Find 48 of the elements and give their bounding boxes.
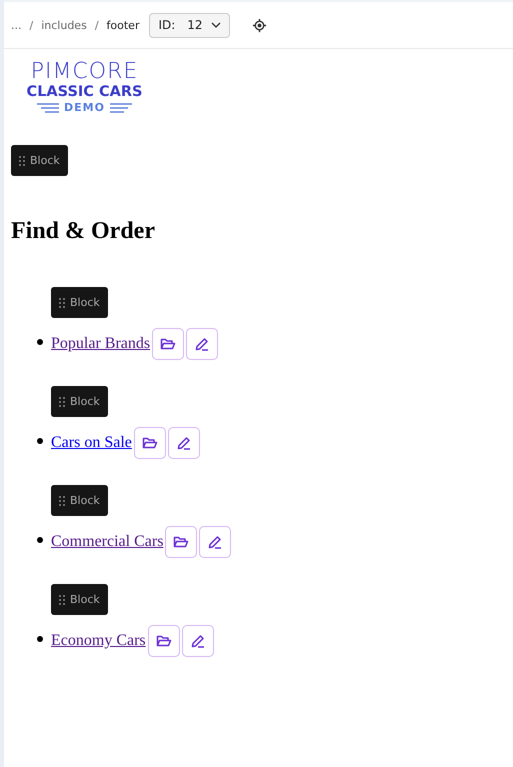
- bullet-icon: [37, 438, 43, 444]
- folder-icon: [142, 436, 158, 450]
- logo-subtitle: CLASSIC CARS: [26, 83, 142, 101]
- breadcrumb-separator: /: [94, 18, 99, 32]
- block-handle[interactable]: Block: [51, 485, 108, 516]
- logo-title: PIMCORE: [30, 61, 138, 83]
- folder-button[interactable]: [165, 526, 198, 558]
- breadcrumb-item[interactable]: includes: [41, 18, 87, 32]
- edit-button[interactable]: [182, 625, 214, 657]
- pencil-icon: [176, 435, 192, 451]
- edit-button[interactable]: [199, 526, 232, 558]
- folder-icon: [156, 634, 172, 648]
- bullet-icon: [37, 636, 43, 642]
- folder-icon: [173, 535, 190, 549]
- link[interactable]: Commercial Cars: [51, 533, 164, 551]
- block-handle[interactable]: Block: [51, 584, 108, 615]
- pencil-icon: [207, 534, 224, 550]
- speed-lines-icon: [37, 102, 60, 112]
- id-dropdown[interactable]: ID: 12: [149, 12, 230, 38]
- folder-button[interactable]: [134, 427, 166, 459]
- breadcrumb-item[interactable]: footer: [106, 18, 140, 32]
- pencil-icon: [194, 336, 210, 352]
- block-handle[interactable]: Block: [51, 287, 108, 318]
- drag-handle-icon: [19, 156, 25, 166]
- breadcrumb-item[interactable]: ...: [11, 18, 22, 32]
- logo-tag: DEMO: [64, 101, 105, 114]
- folder-button[interactable]: [152, 328, 184, 360]
- link[interactable]: Popular Brands: [51, 335, 150, 353]
- block-handle[interactable]: Block: [51, 386, 108, 417]
- link[interactable]: Cars on Sale: [51, 434, 132, 452]
- folder-icon: [160, 337, 176, 351]
- edit-button[interactable]: [186, 328, 218, 360]
- drag-handle-icon: [59, 396, 65, 406]
- link[interactable]: Economy Cars: [51, 632, 146, 650]
- bullet-icon: [37, 537, 43, 543]
- drag-handle-icon: [59, 298, 65, 308]
- block-handle[interactable]: Block: [11, 145, 68, 176]
- speed-lines-icon: [110, 102, 132, 112]
- edit-button[interactable]: [168, 427, 200, 459]
- target-icon[interactable]: [252, 18, 267, 32]
- pencil-icon: [190, 633, 206, 649]
- folder-button[interactable]: [148, 625, 180, 657]
- section-heading: Find & Order: [11, 218, 156, 245]
- chevron-down-icon: [210, 22, 221, 28]
- breadcrumb-separator: /: [30, 18, 34, 32]
- drag-handle-icon: [59, 594, 65, 604]
- bullet-icon: [37, 339, 43, 345]
- drag-handle-icon: [59, 496, 65, 506]
